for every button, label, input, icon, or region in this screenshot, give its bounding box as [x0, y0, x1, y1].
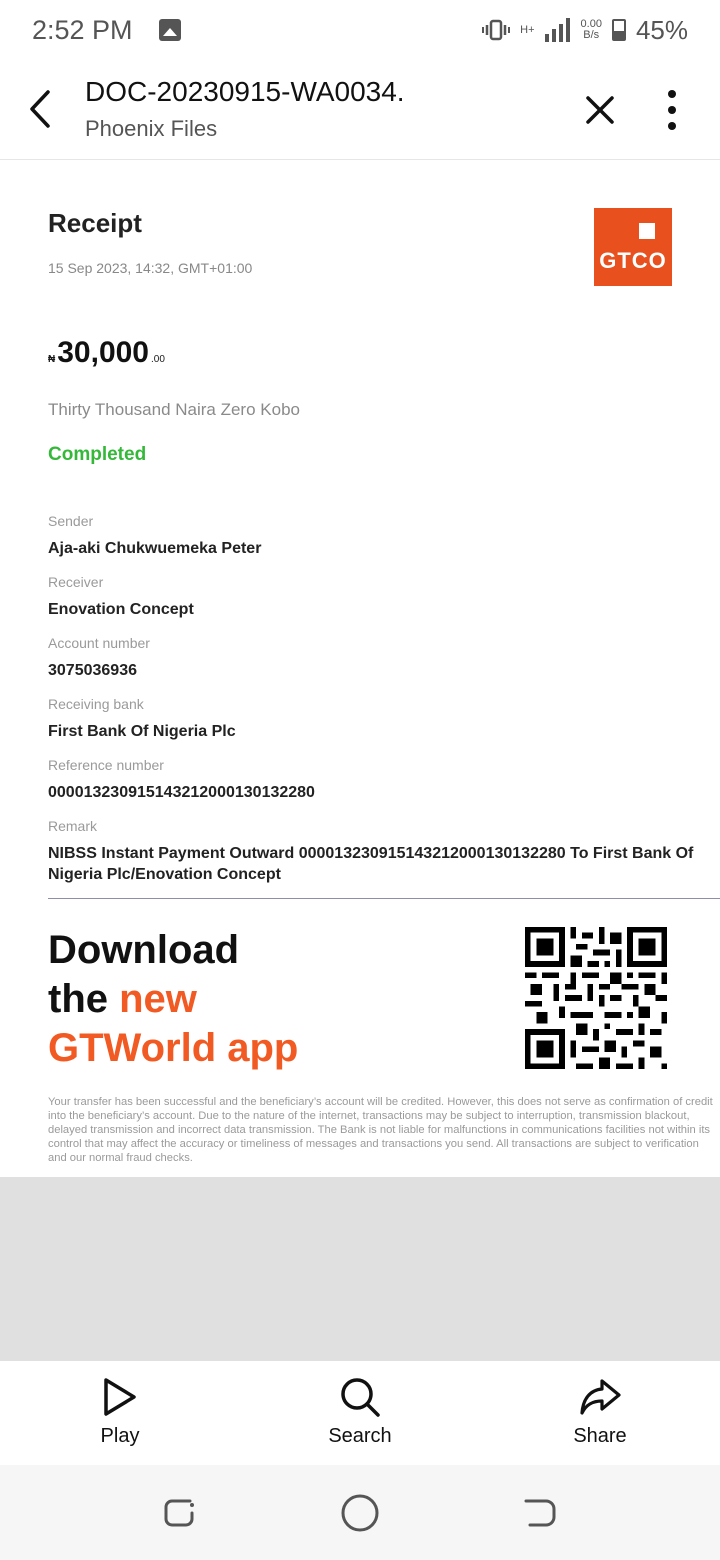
- signal-icon: [544, 18, 570, 42]
- vibrate-icon: [482, 19, 511, 41]
- amount: ₦ 30,000 .00: [48, 336, 165, 370]
- play-button[interactable]: Play: [60, 1375, 180, 1448]
- divider: [48, 898, 720, 899]
- back-nav-icon[interactable]: [520, 1493, 560, 1533]
- system-navigation-bar: [0, 1465, 720, 1560]
- home-icon[interactable]: [340, 1493, 380, 1533]
- document-background: [0, 1177, 720, 1361]
- status-bar: 2:52 PM H+ 0.00 B/s 45%: [0, 0, 720, 60]
- search-label: Search: [328, 1425, 392, 1447]
- more-options-icon[interactable]: [656, 88, 688, 132]
- disclaimer-text: Your transfer has been successful and th…: [48, 1096, 713, 1164]
- receipt-date: 15 Sep 2023, 14:32, GMT+01:00: [48, 260, 253, 276]
- status-badge: Completed: [48, 444, 147, 465]
- network-speed: 0.00 B/s: [580, 18, 602, 41]
- network-type: H+: [520, 23, 535, 36]
- transaction-details: Sender Aja-aki Chukwuemeka Peter Receive…: [48, 512, 708, 899]
- share-button[interactable]: Share: [540, 1375, 660, 1448]
- bottom-action-bar: Play Search Share: [0, 1361, 720, 1465]
- document-title: DOC-20230915-WA0034.: [85, 76, 405, 107]
- close-icon[interactable]: [580, 90, 620, 130]
- app-bar: DOC-20230915-WA0034. Phoenix Files: [0, 60, 720, 160]
- currency-symbol: ₦: [48, 354, 56, 365]
- field-receiver: Receiver Enovation Concept: [48, 574, 194, 618]
- back-arrow-icon[interactable]: [24, 86, 60, 132]
- play-label: Play: [100, 1425, 140, 1447]
- gtco-logo: GTCO: [594, 208, 672, 286]
- field-account-number: Account number 3075036936: [48, 635, 150, 679]
- document-source: Phoenix Files: [85, 116, 218, 141]
- app-promo: Download the new GTWorld app: [48, 928, 299, 1070]
- search-icon: [341, 1378, 380, 1417]
- field-receiving-bank: Receiving bank First Bank Of Nigeria Plc: [48, 696, 236, 740]
- battery-percent: 45%: [635, 14, 688, 45]
- share-label: Share: [573, 1425, 627, 1447]
- amount-decimal: .00: [151, 354, 165, 365]
- battery-icon: [611, 19, 626, 41]
- play-icon: [104, 1378, 136, 1416]
- amount-main: 30,000: [57, 336, 149, 369]
- field-remark: Remark NIBSS Instant Payment Outward 000…: [48, 818, 694, 883]
- receipt-document: Receipt 15 Sep 2023, 14:32, GMT+01:00 GT…: [0, 160, 720, 1176]
- recent-apps-icon[interactable]: [160, 1493, 200, 1533]
- share-arrow-icon: [580, 1379, 621, 1415]
- search-button[interactable]: Search: [300, 1375, 420, 1448]
- amount-in-words: Thirty Thousand Naira Zero Kobo: [48, 400, 300, 419]
- status-time: 2:52 PM: [32, 14, 133, 45]
- image-notification-icon: [158, 19, 181, 41]
- field-reference-number: Reference number 00001323091514321200013…: [48, 757, 315, 801]
- field-sender: Sender Aja-aki Chukwuemeka Peter: [48, 513, 262, 557]
- receipt-title: Receipt: [48, 208, 142, 238]
- qr-code: [525, 927, 667, 1069]
